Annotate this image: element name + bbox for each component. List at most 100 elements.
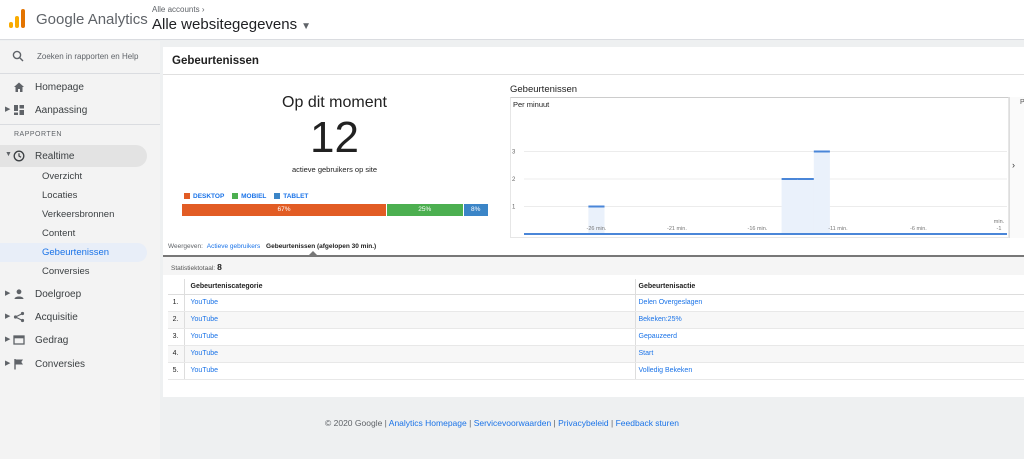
divider	[0, 73, 160, 74]
property-selector[interactable]: Alle websitegegevens ▼	[152, 16, 311, 33]
divider	[163, 74, 1024, 75]
sidebar-subitem-label: Overzicht	[42, 171, 83, 182]
y-tick-label: 2	[512, 177, 516, 183]
side-panel-label: P	[1020, 99, 1024, 106]
expand-arrow-icon: ▶	[5, 290, 11, 297]
data-bar	[781, 179, 799, 234]
sidebar-subitem-label: Content	[42, 228, 76, 239]
legend-item-tablet: TABLET	[274, 193, 308, 200]
product-name: Google Analytics	[36, 11, 148, 28]
sidebar-item-label: Gedrag	[35, 335, 69, 346]
data-bar	[813, 151, 830, 234]
event-category-link[interactable]: YouTube	[183, 294, 635, 312]
active-users-subtitle: actieve gebruikers op site	[291, 165, 378, 174]
x-tick-label: -11 min.	[828, 226, 848, 232]
expand-arrow-icon: ▶	[5, 360, 11, 367]
sidebar-item-label: Conversies	[35, 359, 86, 370]
sidebar-item-realtime[interactable]: ▼ Realtime	[0, 145, 147, 167]
column-header-action[interactable]: Gebeurtenisactie	[634, 279, 1024, 295]
legend-swatch	[274, 193, 281, 199]
behavior-window-icon	[13, 335, 25, 345]
column-header-category[interactable]: Gebeurteniscategorie	[183, 279, 635, 295]
top-bar: Google Analytics Alle accounts › Alle we…	[0, 0, 1024, 40]
flag-icon	[14, 359, 23, 370]
report-panel: Gebeurtenissen Op dit moment 12 actieve …	[163, 47, 1024, 397]
sidebar-subitem-gebeurtenissen[interactable]: Gebeurtenissen	[0, 243, 147, 262]
footer-link-privacy[interactable]: Privacybeleid	[558, 418, 609, 428]
view-tabs: Weergeven: Actieve gebruikers Gebeurteni…	[168, 243, 376, 250]
expand-arrow-icon: ▶	[5, 336, 11, 343]
dashboard-grid-icon	[14, 105, 24, 115]
table-row: 1. YouTube Delen Overgeslagen	[168, 294, 1024, 312]
legend-label: MOBIEL	[241, 193, 267, 200]
table-row: 4. YouTube Start	[168, 345, 1024, 363]
person-icon	[14, 289, 24, 299]
event-action-link[interactable]: Gepauzeerd	[634, 328, 1024, 346]
legend-swatch	[232, 193, 239, 199]
sidebar-item-gedrag[interactable]: ▶ Gedrag	[0, 329, 160, 351]
sidebar-subitem-label: Verkeersbronnen	[42, 209, 115, 220]
analytics-logo-icon[interactable]	[9, 8, 25, 28]
tab-events-30min[interactable]: Gebeurtenissen (afgelopen 30 min.)	[266, 243, 376, 250]
sidebar-subitem-label: Locaties	[42, 190, 78, 201]
account-breadcrumb[interactable]: Alle accounts ›	[152, 5, 205, 14]
event-action-link[interactable]: Delen Overgeslagen	[634, 294, 1024, 312]
sidebar-item-label: Acquisitie	[35, 312, 78, 323]
x-tick-label: -6 min.	[910, 226, 927, 232]
y-tick-label: 3	[512, 150, 516, 156]
table-row: 3. YouTube Gepauzeerd	[168, 328, 1024, 346]
legend-item-desktop: DESKTOP	[184, 193, 224, 200]
x-tick-label: -16 min.	[748, 226, 768, 232]
row-index: 2.	[168, 311, 184, 329]
legend-item-mobiel: MOBIEL	[232, 193, 266, 200]
metric-total-label: Statistiektotaal:	[171, 265, 216, 272]
metric-total-text: Statistiektotaal: 8	[171, 262, 222, 272]
search-icon	[12, 50, 24, 62]
sidebar-subitem-overzicht[interactable]: Overzicht	[0, 167, 160, 186]
search-box[interactable]: Zoeken in rapporten en Help	[0, 41, 160, 73]
home-icon	[14, 82, 24, 92]
event-action-link[interactable]: Start	[634, 345, 1024, 363]
table-header-row: Gebeurteniscategorie Gebeurtenisactie	[168, 279, 1024, 295]
section-label: RAPPORTEN	[14, 131, 62, 138]
event-category-link[interactable]: YouTube	[183, 362, 635, 380]
chart-title: Gebeurtenissen	[510, 84, 578, 95]
event-category-link[interactable]: YouTube	[183, 345, 635, 363]
pageviews-panel-toggle[interactable]: P ›	[1009, 97, 1024, 238]
sidebar-subitem-conversies[interactable]: Conversies	[0, 262, 160, 281]
event-action-link[interactable]: Bekeken:25%	[634, 311, 1024, 329]
expand-arrow-icon: ▶	[5, 106, 11, 113]
sidebar-item-aanpassing[interactable]: ▶ Aanpassing	[0, 99, 160, 121]
sidebar-item-conversies[interactable]: ▶ Conversies	[0, 353, 160, 375]
table-header-index	[168, 279, 184, 295]
x-tick-label: -26 min.	[587, 226, 607, 232]
active-users-count: 12	[310, 113, 359, 162]
search-placeholder: Zoeken in rapporten en Help	[37, 52, 139, 61]
sidebar-subitem-content[interactable]: Content	[0, 224, 160, 243]
collapse-arrow-icon: ▼	[5, 151, 12, 158]
sidebar-item-acquisitie[interactable]: ▶ Acquisitie	[0, 306, 160, 328]
device-legend: DESKTOP MOBIEL TABLET	[184, 193, 314, 200]
sidebar-item-label: Doelgroep	[35, 289, 82, 300]
event-action-link[interactable]: Volledig Bekeken	[634, 362, 1024, 380]
sidebar-subitem-locaties[interactable]: Locaties	[0, 186, 160, 205]
expand-arrow-icon: ▶	[5, 313, 11, 320]
event-category-link[interactable]: YouTube	[183, 311, 635, 329]
sidebar: Zoeken in rapporten en Help Homepage ▶ A…	[0, 41, 160, 459]
footer-link-feedback[interactable]: Feedback sturen	[616, 418, 679, 428]
metric-total-value: 8	[217, 262, 222, 272]
footer: © 2020 Google | Analytics Homepage | Ser…	[0, 418, 1024, 428]
sidebar-subitem-verkeersbronnen[interactable]: Verkeersbronnen	[0, 205, 160, 224]
tab-active-users[interactable]: Actieve gebruikers	[207, 243, 260, 250]
footer-link-terms[interactable]: Servicevoorwaarden	[474, 418, 551, 428]
active-users-heading: Op dit moment	[282, 94, 387, 111]
event-category-link[interactable]: YouTube	[183, 328, 635, 346]
footer-link-analytics-homepage[interactable]: Analytics Homepage	[389, 418, 467, 428]
x-tick-unit-label: min.	[994, 219, 1005, 225]
sidebar-item-doelgroep[interactable]: ▶ Doelgroep	[0, 283, 160, 305]
chevron-right-icon: ›	[201, 5, 205, 14]
sidebar-item-homepage[interactable]: Homepage	[0, 76, 160, 98]
device-segment-desktop: 67%	[182, 204, 387, 216]
legend-label: DESKTOP	[193, 193, 225, 200]
row-index: 3.	[168, 328, 184, 346]
